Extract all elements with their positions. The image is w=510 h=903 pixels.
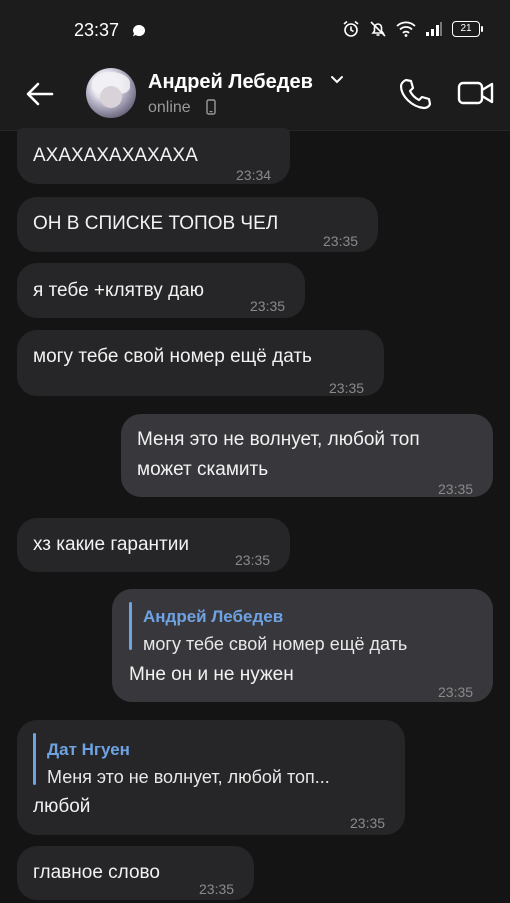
phone-call-icon[interactable] <box>396 76 432 112</box>
message-bubble-incoming[interactable]: главное слово 23:35 <box>17 846 254 900</box>
message-bubble-incoming[interactable]: могу тебе свой номер ещё дать 23:35 <box>17 330 384 396</box>
message-time: 23:35 <box>235 552 271 568</box>
reply-quote-bar <box>33 733 36 785</box>
message-bubble-outgoing-reply[interactable]: Андрей Лебедев могу тебе свой номер ещё … <box>112 589 493 702</box>
message-text: любой <box>33 796 91 817</box>
reply-preview[interactable]: могу тебе свой номер ещё дать <box>143 630 407 658</box>
message-text: я тебе +клятву даю <box>33 280 204 301</box>
reply-quote-bar <box>129 602 132 650</box>
message-text-line: Меня это не волнует, любой топ <box>137 429 420 450</box>
message-bubble-incoming-reply[interactable]: Дат Нгуен Меня это не волнует, любой топ… <box>17 720 405 835</box>
message-time: 23:35 <box>350 815 386 831</box>
message-time: 23:34 <box>236 167 272 183</box>
message-bubble-incoming[interactable]: я тебе +клятву даю 23:35 <box>17 263 305 318</box>
message-bubble-incoming[interactable]: ОН В СПИСКЕ ТОПОВ ЧЕЛ 23:35 <box>17 197 378 252</box>
message-time: 23:35 <box>250 298 286 314</box>
avatar[interactable] <box>86 68 136 118</box>
message-bubble-outgoing[interactable]: Меня это не волнует, любой топ может ска… <box>121 414 493 497</box>
mute-bell-icon <box>370 21 386 37</box>
message-text: главное слово <box>33 862 160 883</box>
contact-name[interactable]: Андрей Лебедев <box>148 71 313 94</box>
message-time: 23:35 <box>438 684 474 700</box>
message-bubble-incoming[interactable]: АХАХАХАХАХАХА 23:34 <box>17 128 290 184</box>
message-text: Мне он и не нужен <box>129 664 294 685</box>
video-call-icon[interactable] <box>457 78 495 108</box>
battery-icon: 21 <box>452 21 483 37</box>
signal-icon <box>426 22 442 36</box>
reply-author[interactable]: Андрей Лебедев <box>143 603 283 631</box>
mobile-device-icon <box>206 99 216 115</box>
alarm-icon <box>343 20 359 37</box>
wifi-icon <box>396 21 416 37</box>
chat-header: Андрей Лебедев online <box>0 62 510 131</box>
status-icons: 21 <box>342 20 483 38</box>
message-text: хз какие гарантии <box>33 534 189 555</box>
chat-notification-icon <box>133 24 146 37</box>
message-time: 23:35 <box>438 481 474 497</box>
presence-status: online <box>148 99 191 116</box>
message-text: ОН В СПИСКЕ ТОПОВ ЧЕЛ <box>33 213 279 234</box>
chevron-down-icon[interactable] <box>330 75 344 85</box>
message-time: 23:35 <box>323 233 359 249</box>
message-text: АХАХАХАХАХАХА <box>33 145 198 166</box>
message-bubble-incoming[interactable]: хз какие гарантии 23:35 <box>17 518 290 572</box>
status-time: 23:37 <box>74 20 120 40</box>
message-text: могу тебе свой номер ещё дать <box>33 346 312 367</box>
status-bar: 23:37 21 <box>0 0 510 62</box>
message-time: 23:35 <box>329 380 365 396</box>
reply-author[interactable]: Дат Нгуен <box>47 736 130 764</box>
message-time: 23:35 <box>199 881 235 897</box>
reply-preview[interactable]: Меня это не волнует, любой топ... <box>47 763 330 791</box>
back-arrow-icon[interactable] <box>24 78 56 110</box>
message-text-line: может скамить <box>137 459 269 480</box>
